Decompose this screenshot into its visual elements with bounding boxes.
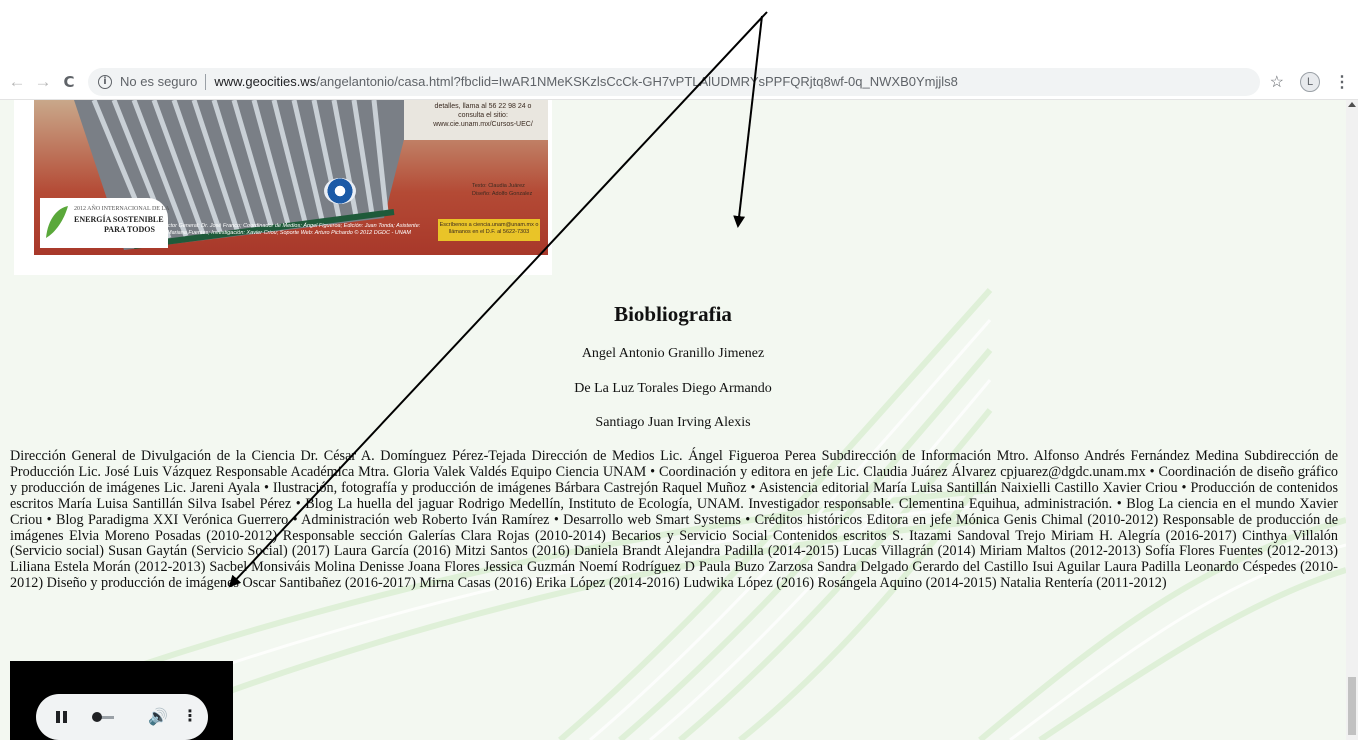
poster-frame: detalles, llama al 56 22 98 24 o consult… bbox=[14, 100, 552, 275]
poster-credit-line: Director General: Dr. José Franco; Coord… bbox=[157, 223, 421, 236]
energy-year-badge: 2012 AÑO INTERNACIONAL DE LA ENERGÍA SOS… bbox=[40, 198, 170, 248]
security-label[interactable]: No es seguro bbox=[120, 74, 197, 89]
browser-menu-icon[interactable]: ⋮ bbox=[1334, 72, 1350, 92]
author-1: Angel Antonio Granillo Jimenez bbox=[581, 346, 765, 361]
solar-heater-poster: detalles, llama al 56 22 98 24 o consult… bbox=[34, 100, 548, 255]
divider bbox=[205, 73, 207, 90]
author-3: Santiago Juan Irving Alexis bbox=[595, 415, 751, 430]
poster-contact-text: detalles, llama al 56 22 98 24 o consult… bbox=[433, 103, 533, 128]
author-2: De La Luz Torales Diego Armando bbox=[574, 381, 772, 396]
more-options-icon[interactable]: ⋮ bbox=[182, 706, 198, 725]
page-viewport: detalles, llama al 56 22 98 24 o consult… bbox=[0, 100, 1346, 740]
scroll-up-arrow-icon[interactable] bbox=[1348, 102, 1356, 107]
page-title: Biobliografia bbox=[614, 302, 732, 326]
credits-paragraph: Dirección General de Divulgación de la C… bbox=[10, 448, 1338, 592]
back-icon[interactable]: ← bbox=[6, 71, 28, 93]
browser-toolbar: ← → C i No es seguro www.geocities.ws/an… bbox=[0, 64, 1358, 100]
scrollbar-thumb[interactable] bbox=[1348, 677, 1356, 735]
forward-icon[interactable]: → bbox=[32, 71, 54, 93]
year-line3: PARA TODOS bbox=[104, 225, 155, 234]
pause-icon[interactable] bbox=[56, 711, 68, 723]
unam-logo-icon bbox=[324, 178, 356, 204]
profile-avatar[interactable]: L bbox=[1300, 71, 1320, 92]
vertical-scrollbar[interactable] bbox=[1346, 100, 1358, 740]
address-bar[interactable]: i No es seguro www.geocities.ws/angelant… bbox=[88, 67, 1260, 96]
url-path[interactable]: /angelantonio/casa.html?fbclid=IwAR1NMeK… bbox=[316, 74, 958, 89]
energy-leaf-icon bbox=[46, 206, 68, 238]
audio-player[interactable]: 🔊 ⋮ bbox=[10, 661, 233, 740]
info-icon[interactable]: i bbox=[98, 74, 112, 89]
bookmark-star-icon[interactable]: ☆ bbox=[1270, 72, 1284, 92]
url-host[interactable]: www.geocities.ws bbox=[214, 74, 316, 89]
year-line2: ENERGÍA SOSTENIBLE bbox=[74, 215, 164, 224]
audio-controls: 🔊 ⋮ bbox=[36, 694, 208, 740]
year-line1: 2012 AÑO INTERNACIONAL DE LA bbox=[74, 206, 170, 212]
progress-handle[interactable] bbox=[92, 712, 102, 722]
reload-icon[interactable]: C bbox=[58, 71, 80, 93]
volume-icon[interactable]: 🔊 bbox=[148, 707, 168, 726]
poster-small-credits: Texto: Claudia Juárez Diseño: Adolfo Gon… bbox=[472, 183, 533, 197]
poster-email-box: Escríbenos a ciencia.unam@unam.mx o llám… bbox=[438, 219, 540, 241]
